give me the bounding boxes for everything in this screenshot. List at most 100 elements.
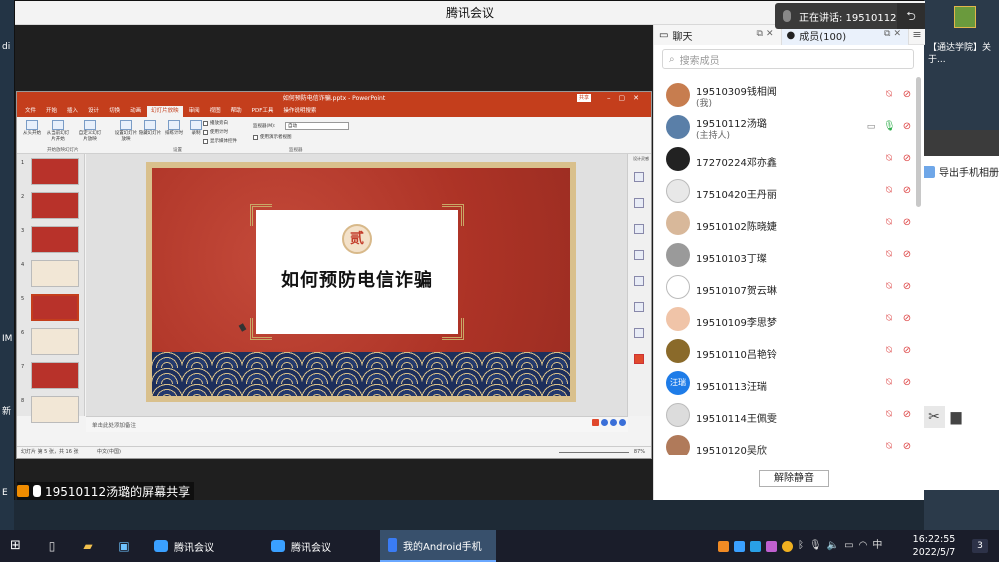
taskbar-app[interactable]: 腾讯会议 (146, 530, 258, 562)
camera-off-icon[interactable]: ⊘ (901, 249, 913, 261)
folder-icon[interactable]: ▆ (947, 406, 965, 428)
member-row[interactable]: 19510109李思梦 ⍉ ⊘ (654, 303, 925, 335)
taskbar-app[interactable]: 我的Android手机 (380, 530, 496, 562)
slide-thumbnail[interactable] (31, 396, 79, 423)
zoom-level[interactable]: 87% (634, 447, 645, 458)
tray-app-icon[interactable] (766, 540, 777, 552)
pane-tool-icon[interactable] (634, 198, 644, 208)
tab-controls-icon[interactable]: ⧉✕ (757, 29, 777, 39)
ime-indicator[interactable]: 中 (872, 538, 882, 554)
ppt-tab[interactable]: 插入 (63, 106, 82, 117)
camera-off-icon[interactable]: ⊘ (901, 409, 913, 421)
slide-thumbnail[interactable] (31, 260, 79, 287)
member-row[interactable]: 19510103丁璨 ⍉ ⊘ (654, 239, 925, 271)
taskbar-app[interactable]: 腾讯会议 (263, 530, 375, 562)
export-album-button[interactable]: 导出手机相册 (921, 164, 999, 179)
camera-off-icon[interactable]: ⊘ (901, 345, 913, 357)
ppt-tab[interactable]: 设计 (84, 106, 103, 117)
battery-icon[interactable]: ▭ (844, 538, 853, 554)
mic-muted-icon[interactable]: ⍉ (883, 441, 895, 453)
member-row[interactable]: 17270224邓亦鑫 ⍉ ⊘ (654, 143, 925, 175)
camera-off-icon[interactable]: ⊘ (901, 313, 913, 325)
show-media-controls-checkbox[interactable]: 显示媒体控件 (203, 138, 237, 144)
zoom-slider[interactable] (559, 452, 629, 453)
ribbon-from-current-button[interactable]: 从当前幻灯片开始 (45, 120, 71, 143)
mic-muted-icon[interactable]: ⍉ (883, 377, 895, 389)
tab-chat[interactable]: ▭ 聊天 ⧉✕ (654, 25, 782, 45)
ribbon-setup-show-button[interactable]: 设置幻灯片放映 (113, 120, 139, 143)
sogou-icon[interactable] (592, 419, 599, 426)
slide-thumbnail[interactable] (31, 294, 79, 321)
clock[interactable]: 16:22:55 2022/5/7 (912, 533, 956, 559)
member-row[interactable]: 19510114王佩雯 ⍉ ⊘ (654, 399, 925, 431)
windows-start-icon[interactable]: ⊞ (10, 539, 24, 553)
camera-off-icon[interactable]: ⊘ (901, 121, 913, 133)
notes-pane[interactable]: 单击此处添加备注 (86, 416, 628, 432)
wifi-icon[interactable]: ◠ (859, 538, 868, 554)
tray-app-icon[interactable] (750, 540, 761, 552)
ppt-tab[interactable]: 操作说明搜索 (279, 106, 320, 117)
member-search-input[interactable]: ⌕ 搜索成员 (662, 49, 914, 69)
member-row[interactable]: 19510110吕艳铃 ⍉ ⊘ (654, 335, 925, 367)
mic-muted-icon[interactable]: ⍉ (883, 153, 895, 165)
member-row[interactable]: 19510120吴欣 ⍉ ⊘ (654, 431, 925, 455)
ppt-tab[interactable]: 切换 (105, 106, 124, 117)
member-row[interactable]: 19510102陈晓婕 ⍉ ⊘ (654, 207, 925, 239)
window-controls-icon[interactable]: –▢✕ (607, 92, 647, 105)
mic-muted-icon[interactable]: ⍉ (883, 281, 895, 293)
ppt-tab[interactable]: 幻灯片放映 (147, 106, 183, 117)
member-row[interactable]: 17510420王丹丽 ⍉ ⊘ (654, 175, 925, 207)
member-list-scrollbar[interactable] (916, 77, 921, 207)
store-icon[interactable]: ▣ (116, 538, 132, 554)
scissors-icon[interactable]: ✂ (923, 406, 945, 428)
mic-tray-icon[interactable]: 🎙 (809, 538, 822, 554)
mic-muted-icon[interactable]: ⍉ (883, 217, 895, 229)
mic-muted-icon[interactable]: ⍉ (883, 313, 895, 325)
camera-off-icon[interactable]: ⊘ (901, 185, 913, 197)
return-icon[interactable]: ⮌ (897, 3, 925, 29)
slide-thumbnail[interactable] (31, 192, 79, 219)
current-slide[interactable]: 贰 如何预防电信诈骗 (146, 162, 576, 402)
notification-badge[interactable]: 3 (972, 539, 988, 553)
camera-off-icon[interactable]: ⊘ (901, 153, 913, 165)
task-view-icon[interactable]: ▯ (44, 538, 60, 554)
member-row[interactable]: 汪瑞 19510113汪瑞 ⍉ ⊘ (654, 367, 925, 399)
mic-muted-icon[interactable]: ⍉ (883, 345, 895, 357)
ppt-share-button[interactable]: 共享 (577, 94, 591, 102)
pane-tool-icon[interactable] (634, 250, 644, 260)
slide-thumbnail[interactable] (31, 328, 79, 355)
camera-off-icon[interactable]: ⊘ (901, 217, 913, 229)
ppt-tab[interactable]: 审阅 (185, 106, 204, 117)
ribbon-hide-slide-button[interactable]: 隐藏幻灯片 (137, 120, 163, 137)
sogou-tray-icon[interactable] (718, 540, 729, 552)
desktop-icon-label[interactable]: 【通达学院】关于... (928, 42, 998, 66)
mic-muted-icon[interactable]: ⍉ (883, 89, 895, 101)
use-timings-checkbox[interactable]: 使用计时 (203, 129, 228, 135)
ppt-tab[interactable]: 文件 (21, 106, 40, 117)
file-explorer-icon[interactable]: ▰ (80, 538, 96, 554)
mic-muted-icon[interactable]: ⍉ (883, 249, 895, 261)
ppt-tab[interactable]: 视图 (206, 106, 225, 117)
tray-app-icon[interactable] (782, 540, 793, 552)
ppt-tab[interactable]: 动画 (126, 106, 145, 117)
ime-icon[interactable] (619, 419, 626, 426)
archive-file-icon[interactable] (954, 6, 976, 28)
camera-off-icon[interactable]: ⊘ (901, 281, 913, 293)
slide-thumbnail[interactable] (31, 362, 79, 389)
pane-tool-icon[interactable] (634, 172, 644, 182)
ime-icon[interactable] (610, 419, 617, 426)
camera-off-icon[interactable]: ⊘ (901, 377, 913, 389)
slide-thumbnail[interactable] (31, 158, 79, 185)
unmute-button[interactable]: 解除静音 (759, 470, 829, 487)
tencent-meeting-tray-icon[interactable] (734, 540, 745, 552)
slide-thumbnail[interactable] (31, 226, 79, 253)
mic-muted-icon[interactable]: ⍉ (883, 185, 895, 197)
mic-muted-icon[interactable]: ⍉ (883, 409, 895, 421)
pane-tool-icon[interactable] (634, 328, 644, 338)
pane-tool-icon[interactable] (634, 302, 644, 312)
volume-icon[interactable]: 🔈 (827, 538, 839, 554)
pane-tool-icon[interactable] (634, 224, 644, 234)
ppt-tab[interactable]: 帮助 (227, 106, 246, 117)
tab-controls-icon[interactable]: ⧉✕ (884, 29, 904, 39)
play-narration-checkbox[interactable]: 播放旁白 (203, 120, 228, 126)
